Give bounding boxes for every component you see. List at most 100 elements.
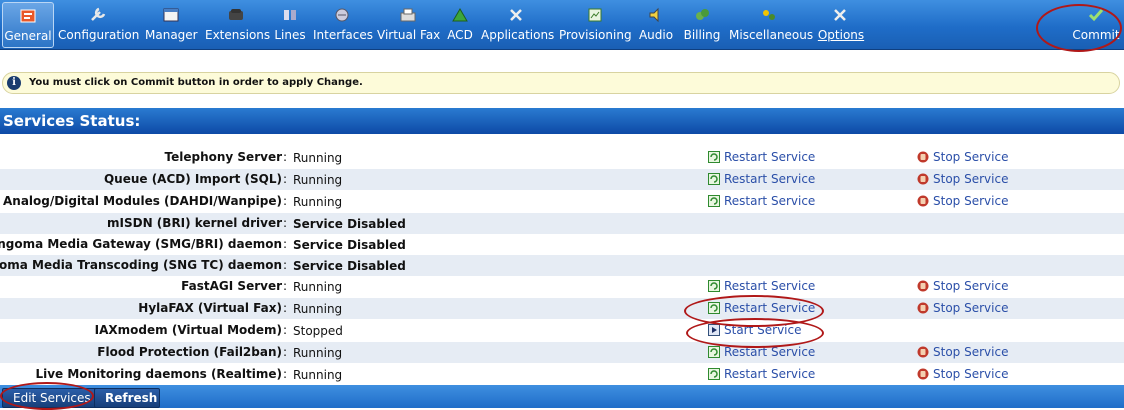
commit-notice: i You must click on Commit button in ord…: [2, 72, 1120, 94]
service-status: Service Disabled: [293, 259, 406, 273]
tab-manager[interactable]: Manager: [145, 0, 198, 49]
tab-label: ACD: [447, 28, 473, 42]
stop-label: Stop Service: [933, 150, 1009, 164]
table-row: HylaFAX (Virtual Fax) : Running Restart …: [0, 298, 1124, 319]
fax-icon: [400, 8, 416, 22]
tab-configuration[interactable]: Configuration: [58, 0, 140, 49]
tab-applications[interactable]: Applications: [481, 0, 555, 49]
interfaces-icon: [335, 8, 349, 22]
service-status: Running: [293, 195, 343, 209]
stop-service-link[interactable]: Stop Service: [917, 172, 1008, 186]
tab-interfaces[interactable]: Interfaces: [313, 0, 373, 49]
service-status: Running: [293, 346, 343, 360]
start-service-link[interactable]: Start Service: [708, 323, 801, 337]
service-name: mISDN (BRI) kernel driver: [107, 216, 282, 230]
colon: :: [283, 237, 288, 251]
provisioning-icon: [588, 8, 602, 22]
restart-service-link[interactable]: Restart Service: [708, 345, 815, 359]
colon: :: [283, 323, 288, 337]
tab-label: Interfaces: [313, 28, 373, 42]
stop-label: Stop Service: [933, 345, 1009, 359]
colon: :: [283, 279, 288, 293]
audio-icon: [649, 7, 659, 23]
table-row: Telephony Server : Running Restart Servi…: [0, 147, 1124, 168]
stop-hand-icon: [917, 173, 929, 185]
stop-service-link[interactable]: Stop Service: [917, 279, 1008, 293]
restart-label: Restart Service: [724, 301, 816, 315]
main-toolbar: General Configuration Manager Extensions…: [0, 0, 1124, 50]
tab-acd[interactable]: ACD: [446, 0, 474, 49]
tab-label: Manager: [145, 28, 198, 42]
stop-label: Stop Service: [933, 367, 1009, 381]
restart-label: Restart Service: [724, 367, 816, 381]
table-row: Flood Protection (Fail2ban) : Running Re…: [0, 342, 1124, 363]
tab-billing[interactable]: Billing: [682, 0, 722, 49]
stop-service-link[interactable]: Stop Service: [917, 194, 1008, 208]
tab-label: Configuration: [58, 28, 140, 42]
stop-service-link[interactable]: Stop Service: [917, 345, 1008, 359]
service-status: Service Disabled: [293, 238, 406, 252]
refresh-button[interactable]: Refresh: [94, 388, 160, 408]
restart-service-link[interactable]: Restart Service: [708, 172, 815, 186]
table-row: Queue (ACD) Import (SQL) : Running Resta…: [0, 169, 1124, 190]
tab-label: Lines: [274, 28, 306, 42]
notice-text: You must click on Commit button in order…: [29, 77, 363, 88]
stop-label: Stop Service: [933, 301, 1009, 315]
tab-label: Applications: [481, 28, 555, 42]
stop-service-link[interactable]: Stop Service: [917, 301, 1008, 315]
restart-service-link[interactable]: Restart Service: [708, 301, 815, 315]
restart-icon: [708, 368, 720, 380]
colon: :: [283, 301, 288, 315]
restart-icon: [708, 346, 720, 358]
options-icon: [834, 9, 846, 21]
restart-label: Restart Service: [724, 172, 816, 186]
restart-service-link[interactable]: Restart Service: [708, 367, 815, 381]
lines-icon: [284, 10, 296, 20]
service-name: Sangoma Media Gateway (SMG/BRI) daemon: [0, 237, 282, 251]
billing-icon: [696, 9, 709, 20]
restart-icon: [708, 302, 720, 314]
stop-hand-icon: [917, 151, 929, 163]
tab-miscellaneous[interactable]: Miscellaneous: [729, 0, 813, 49]
tab-audio[interactable]: Audio: [637, 0, 675, 49]
restart-icon: [708, 280, 720, 292]
phone-icon: [229, 9, 243, 20]
stop-service-link[interactable]: Stop Service: [917, 367, 1008, 381]
tab-extensions[interactable]: Extensions: [205, 0, 270, 49]
tab-lines[interactable]: Lines: [274, 0, 306, 49]
edit-services-button[interactable]: Edit Services: [2, 388, 102, 408]
tab-virtual-fax[interactable]: Virtual Fax: [377, 0, 441, 49]
service-status: Running: [293, 151, 343, 165]
service-status: Running: [293, 173, 343, 187]
tab-provisioning[interactable]: Provisioning: [559, 0, 632, 49]
info-icon: i: [7, 76, 21, 90]
table-row: Analog/Digital Modules (DAHDI/Wanpipe) :…: [0, 191, 1124, 212]
restart-service-link[interactable]: Restart Service: [708, 279, 815, 293]
acd-icon: [452, 8, 468, 22]
table-row: FastAGI Server : Running Restart Service…: [0, 276, 1124, 297]
section-title: Services Status:: [3, 112, 141, 130]
stop-hand-icon: [917, 368, 929, 380]
colon: :: [283, 367, 288, 381]
restart-service-link[interactable]: Restart Service: [708, 150, 815, 164]
restart-label: Restart Service: [724, 345, 816, 359]
wrench-icon: [91, 7, 106, 21]
service-name: Telephony Server: [164, 150, 282, 164]
misc-icon: [763, 10, 775, 20]
restart-service-link[interactable]: Restart Service: [708, 194, 815, 208]
service-status: Running: [293, 302, 343, 316]
tab-general[interactable]: General: [2, 2, 54, 48]
restart-label: Restart Service: [724, 279, 816, 293]
table-row: Sangoma Media Gateway (SMG/BRI) daemon :…: [0, 234, 1124, 255]
service-status: Running: [293, 368, 343, 382]
service-status: Running: [293, 280, 343, 294]
calendar-icon: [163, 8, 179, 22]
tab-label: Virtual Fax: [377, 28, 441, 42]
colon: :: [283, 345, 288, 359]
stop-service-link[interactable]: Stop Service: [917, 150, 1008, 164]
tab-options[interactable]: Options: [815, 0, 867, 49]
colon: :: [283, 194, 288, 208]
commit-button[interactable]: Commit: [1071, 0, 1121, 49]
stop-hand-icon: [917, 302, 929, 314]
table-row: Sangoma Media Transcoding (SNG TC) daemo…: [0, 255, 1124, 276]
